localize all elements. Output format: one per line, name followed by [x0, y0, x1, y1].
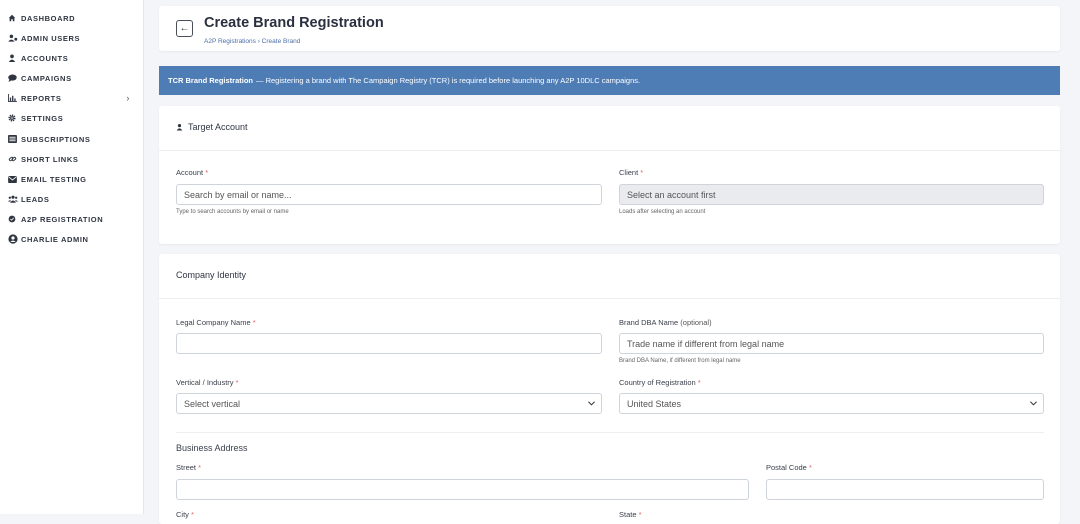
sidebar-item-settings[interactable]: SETTINGS [8, 108, 136, 128]
state-label: State * [619, 510, 642, 519]
list-icon [8, 135, 21, 143]
sidebar-item-leads[interactable]: LEADS [8, 189, 136, 209]
city-label: City * [176, 510, 194, 519]
sidebar-item-accounts[interactable]: ACCOUNTS [8, 48, 136, 68]
client-select: Select an account first [619, 184, 1044, 205]
sidebar-item-charlie-admin[interactable]: CHARLIE ADMIN [8, 229, 136, 249]
divider [159, 150, 1060, 151]
sidebar-item-admin-users[interactable]: ADMIN USERS [8, 28, 136, 48]
chevron-right-icon: › [126, 93, 130, 103]
sidebar-item-label: A2P REGISTRATION [21, 214, 104, 224]
account-label: Account * [176, 168, 209, 177]
sidebar-item-label: EMAIL TESTING [21, 174, 87, 184]
legal-name-label: Legal Company Name * [176, 318, 256, 327]
banner-strong: TCR Brand Registration [168, 76, 254, 85]
sidebar-item-dashboard[interactable]: DASHBOARD [8, 8, 136, 28]
user-icon [176, 123, 183, 131]
chevron-down-icon [1030, 399, 1037, 408]
account-search-input[interactable]: Search by email or name... [176, 184, 602, 205]
section-title-company-identity: Company Identity [176, 270, 247, 280]
divider [176, 432, 1044, 433]
street-label: Street * [176, 463, 202, 472]
sidebar-item-label: SUBSCRIPTIONS [21, 134, 91, 144]
sidebar-item-short-links[interactable]: SHORT LINKS [8, 149, 136, 169]
vertical-label: Vertical / Industry * [176, 378, 239, 387]
divider [159, 298, 1060, 299]
sidebar-item-subscriptions[interactable]: SUBSCRIPTIONS [8, 129, 136, 149]
arrow-left-icon: ← [179, 23, 190, 34]
sidebar-item-email-testing[interactable]: EMAIL TESTING [8, 169, 136, 189]
envelope-icon [8, 175, 21, 183]
postal-code-input[interactable] [766, 479, 1044, 500]
sidebar-item-label: SETTINGS [21, 113, 64, 123]
section-title-target-account: Target Account [176, 122, 248, 132]
account-help: Type to search accounts by email or name [176, 209, 289, 215]
sidebar-item-label: REPORTS [21, 93, 62, 103]
gear-icon [8, 114, 21, 122]
link-icon [8, 155, 21, 163]
business-address-heading: Business Address [176, 443, 248, 453]
info-banner: TCR Brand Registration — Registering a b… [159, 66, 1060, 95]
company-identity-card: Company Identity Legal Company Name * Br… [159, 254, 1060, 524]
sidebar-item-label: ADMIN USERS [21, 33, 81, 43]
vertical-select[interactable]: Select vertical [176, 393, 602, 414]
legal-company-name-input[interactable] [176, 333, 602, 354]
sidebar-item-label: CHARLIE ADMIN [21, 234, 89, 244]
sidebar: DASHBOARD ADMIN USERS ACCOUNTS CAMPAIGNS… [0, 0, 144, 514]
sidebar-item-campaigns[interactable]: CAMPAIGNS [8, 68, 136, 88]
breadcrumb[interactable]: A2P Registrations › Create Brand [204, 38, 300, 45]
sidebar-item-label: LEADS [21, 194, 50, 204]
bar-chart-icon [8, 94, 21, 102]
sidebar-item-label: SHORT LINKS [21, 154, 79, 164]
users-cog-icon [8, 34, 21, 42]
country-label: Country of Registration * [619, 378, 701, 387]
sidebar-item-label: CAMPAIGNS [21, 73, 72, 83]
sidebar-item-a2p-registration[interactable]: A2P REGISTRATION [8, 209, 136, 229]
dba-name-label: Brand DBA Name (optional) [619, 318, 712, 327]
user-icon [8, 54, 21, 62]
user-circle-icon [8, 234, 21, 244]
dba-name-help: Brand DBA Name, if different from legal … [619, 358, 741, 364]
page-header: ← Create Brand Registration A2P Registra… [159, 6, 1060, 51]
comment-icon [8, 74, 21, 82]
sidebar-item-label: ACCOUNTS [21, 53, 69, 63]
country-select[interactable]: United States [619, 393, 1044, 414]
banner-text: — Registering a brand with The Campaign … [256, 76, 641, 85]
sidebar-item-reports[interactable]: REPORTS › [8, 88, 136, 108]
back-button[interactable]: ← [176, 20, 193, 37]
client-help: Loads after selecting an account [619, 209, 706, 215]
page-title: Create Brand Registration [204, 15, 384, 31]
street-input[interactable] [176, 479, 749, 500]
badge-icon [8, 215, 21, 223]
chevron-down-icon [588, 399, 595, 408]
home-icon [8, 14, 21, 22]
client-label: Client * [619, 168, 644, 177]
people-icon [8, 195, 21, 203]
sidebar-item-label: DASHBOARD [21, 13, 76, 23]
main-content: ← Create Brand Registration A2P Registra… [143, 0, 1080, 524]
target-account-card: Target Account Account * Search by email… [159, 106, 1060, 244]
dba-name-input[interactable]: Trade name if different from legal name [619, 333, 1044, 354]
postal-code-label: Postal Code * [766, 463, 812, 472]
